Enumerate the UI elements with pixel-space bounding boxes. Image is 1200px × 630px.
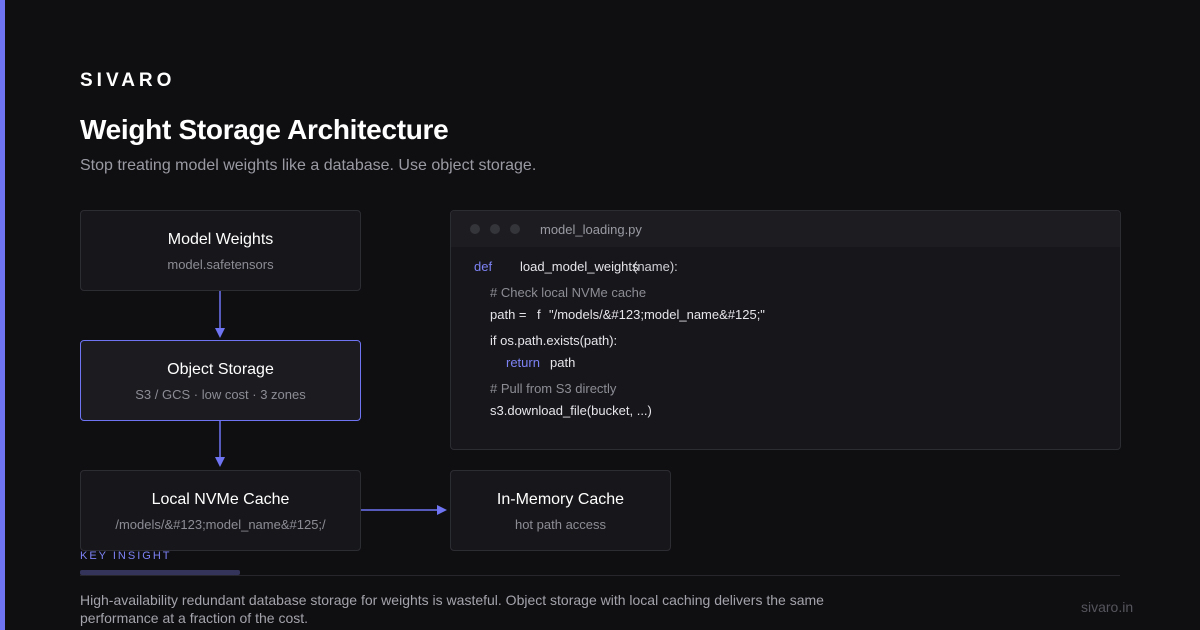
node-title: Model Weights: [167, 231, 274, 248]
code-comment: # Pull from S3 directly: [490, 381, 617, 396]
node-in-memory-cache: In-Memory Cache hot path access: [450, 470, 671, 551]
insight-label: KEY INSIGHT: [80, 550, 172, 562]
node-object-storage: Object Storage S3 / GCS · low cost · 3 z…: [80, 340, 361, 421]
code-fstring-prefix: f: [537, 307, 541, 322]
code-function-name: load_model_weights: [520, 259, 639, 274]
code-fstring: "/models/&#123;model_name&#125;": [549, 307, 765, 322]
arrow-storage-to-cache: [215, 421, 225, 467]
code-download-line: s3.download_file(bucket, ...): [490, 403, 652, 418]
window-dot-icon: [490, 224, 500, 234]
arrow-weights-to-storage: [215, 291, 225, 338]
node-subtitle: model.safetensors: [167, 257, 274, 272]
code-path-assign: path =: [490, 307, 527, 322]
footer-url: sivaro.in: [1081, 599, 1134, 615]
code-keyword-def: def: [474, 259, 493, 274]
code-if-line: if os.path.exists(path):: [490, 333, 618, 348]
code-keyword-return: return: [506, 355, 540, 370]
window-dot-icon: [470, 224, 480, 234]
insight-text: High-availability redundant database sto…: [80, 592, 824, 626]
node-subtitle: S3 / GCS · low cost · 3 zones: [135, 387, 306, 402]
node-subtitle: hot path access: [514, 517, 607, 532]
arrow-cache-to-memory: [361, 505, 447, 515]
node-subtitle: /models/&#123;model_name&#125;/: [115, 517, 326, 532]
divider: [80, 575, 1120, 576]
code-titlebar: model_loading.py: [451, 211, 1120, 247]
code-function-args: (name):: [633, 259, 678, 274]
node-local-nvme-cache: Local NVMe Cache /models/&#123;model_nam…: [80, 470, 361, 551]
code-return-value: path: [550, 355, 576, 370]
node-model-weights: Model Weights model.safetensors: [80, 210, 361, 291]
code-window: model_loading.py def load_model_weights …: [450, 210, 1121, 450]
node-title: Object Storage: [167, 361, 274, 378]
code-filename: model_loading.py: [540, 222, 642, 237]
code-comment: # Check local NVMe cache: [490, 285, 647, 300]
window-dot-icon: [510, 224, 520, 234]
node-title: Local NVMe Cache: [151, 491, 290, 508]
node-title: In-Memory Cache: [496, 491, 625, 508]
